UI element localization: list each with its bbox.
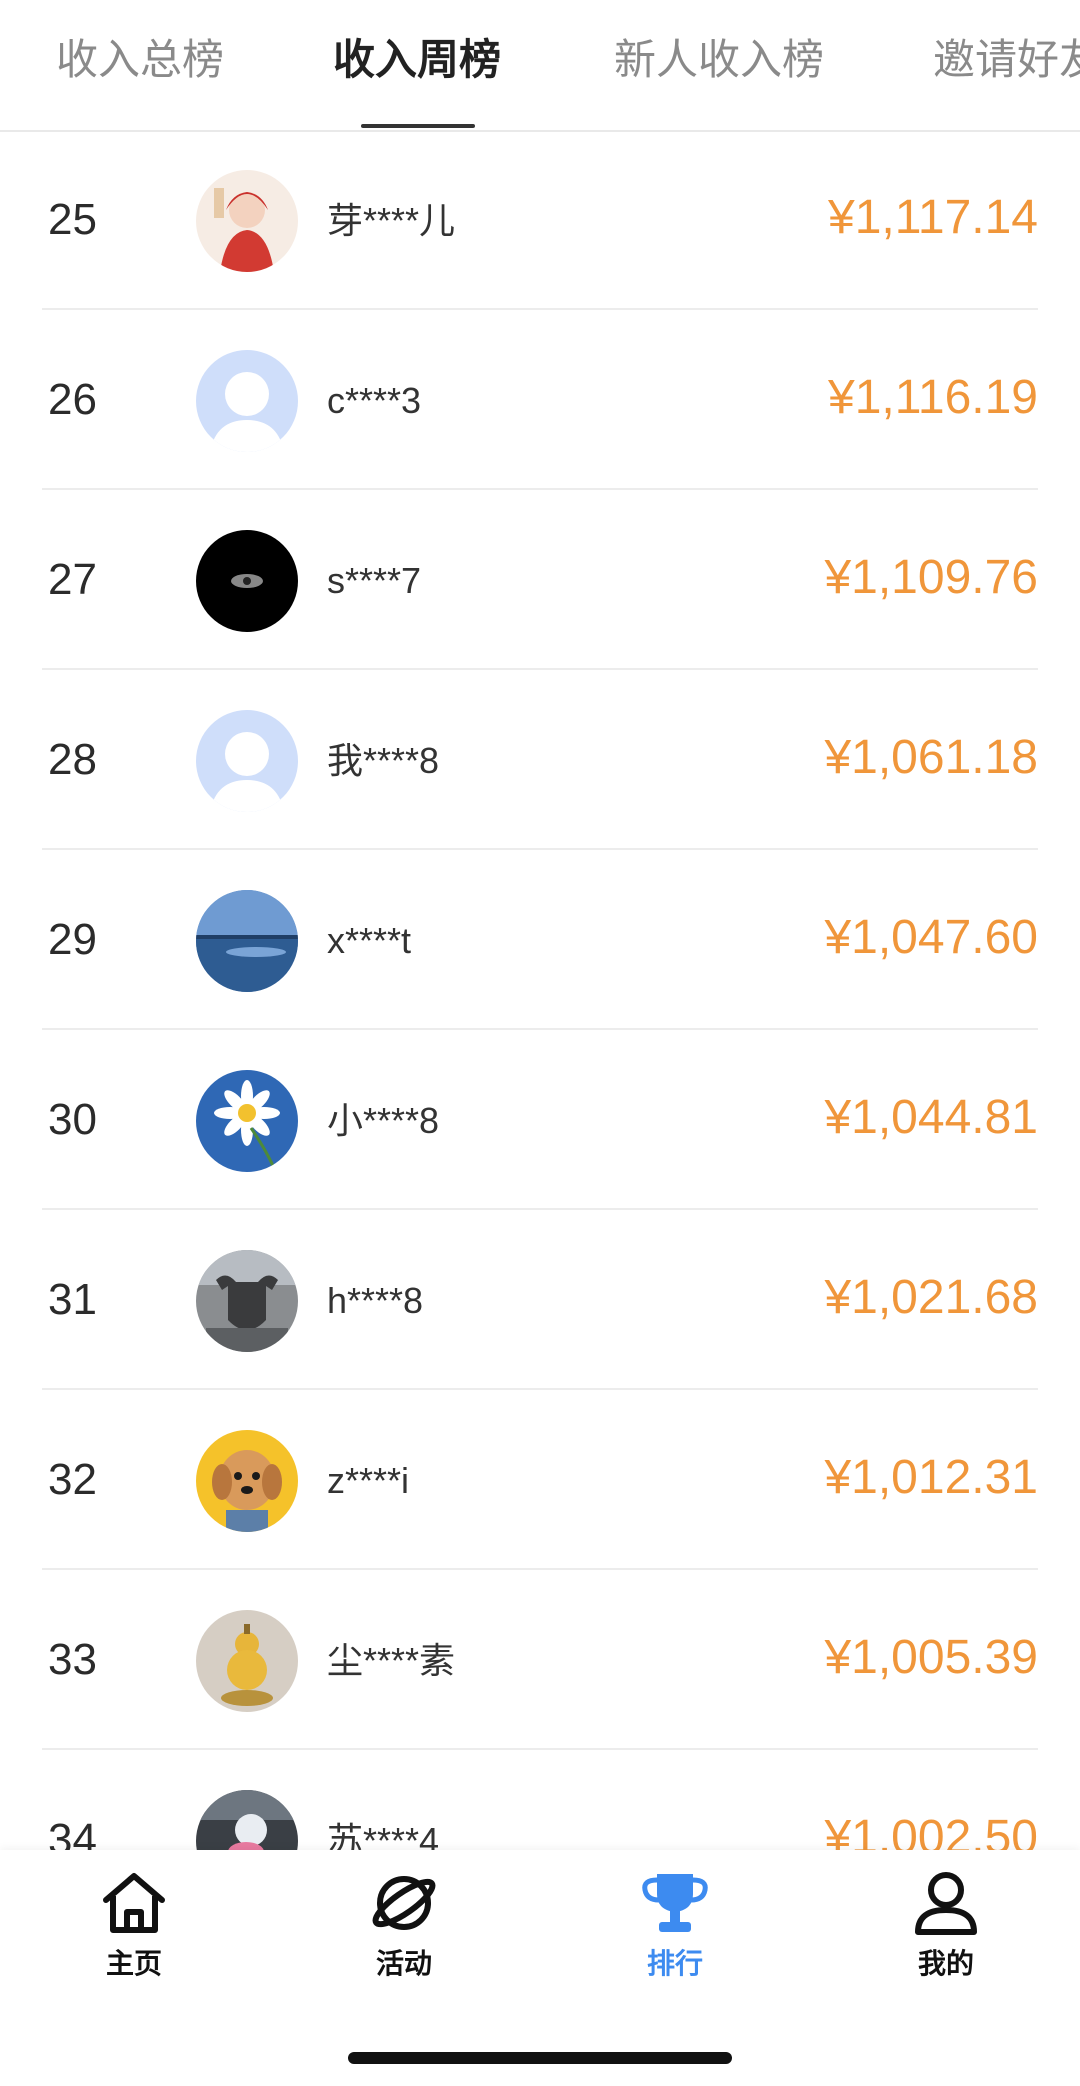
- user-name: h****8: [327, 1280, 424, 1321]
- home-indicator: [348, 2052, 732, 2064]
- avatar: [196, 710, 298, 812]
- home-icon: [103, 1873, 165, 1933]
- avatar: [196, 1070, 298, 1172]
- income-amount: ¥1,002.50: [824, 1811, 1038, 1850]
- nav-mine-label: 我的: [917, 1948, 974, 1979]
- avatar: [196, 1430, 298, 1532]
- user-name: z****i: [327, 1460, 410, 1501]
- avatar: [196, 1250, 298, 1352]
- user-name: c****3: [327, 380, 422, 421]
- income-amount: ¥1,116.19: [828, 371, 1038, 424]
- ranking-row[interactable]: 31 h****8 ¥1,021.68: [0, 1210, 1080, 1390]
- income-amount: ¥1,005.39: [824, 1631, 1038, 1684]
- bottom-nav: 主页 活动 排行 我的: [0, 1850, 1080, 2086]
- tab-total-income[interactable]: 收入总榜: [56, 30, 224, 90]
- income-amount: ¥1,021.68: [824, 1271, 1038, 1324]
- person-icon: [915, 1872, 977, 1935]
- ranking-row[interactable]: 26 c****3 ¥1,116.19: [0, 310, 1080, 490]
- rank-number: 33: [48, 1635, 97, 1684]
- rank-number: 34: [48, 1815, 97, 1850]
- rank-number: 26: [48, 375, 97, 424]
- income-amount: ¥1,117.14: [828, 191, 1038, 244]
- trophy-icon: [642, 1874, 708, 1932]
- rank-number: 30: [48, 1095, 97, 1144]
- nav-ranking-label: 排行: [646, 1948, 703, 1979]
- nav-home-label: 主页: [105, 1948, 162, 1979]
- rank-number: 27: [48, 555, 97, 604]
- tab-weekly-income[interactable]: 收入周榜: [333, 30, 501, 90]
- ranking-row[interactable]: 28 我****8 ¥1,061.18: [0, 670, 1080, 850]
- income-amount: ¥1,109.76: [824, 551, 1038, 604]
- avatar: [196, 1610, 298, 1712]
- ranking-row[interactable]: 32 z****i ¥1,012.31: [0, 1390, 1080, 1570]
- nav-home[interactable]: 主页: [54, 1870, 214, 1982]
- ranking-row[interactable]: 34 苏****4 ¥1,002.50: [0, 1750, 1080, 1850]
- ranking-row[interactable]: 27 s****7 ¥1,109.76: [0, 490, 1080, 670]
- ranking-tabs: 收入总榜 收入周榜 新人收入榜 邀请好友: [0, 0, 1080, 132]
- ranking-row[interactable]: 25 芽****儿 ¥1,117.14: [0, 130, 1080, 310]
- income-amount: ¥1,012.31: [824, 1451, 1038, 1504]
- user-name: 尘****素: [327, 1640, 456, 1681]
- active-tab-indicator: [361, 124, 475, 128]
- avatar: [196, 1790, 298, 1850]
- nav-activity-label: 活动: [375, 1948, 432, 1979]
- rank-number: 31: [48, 1275, 97, 1324]
- avatar: [196, 170, 298, 272]
- user-name: 我****8: [327, 740, 440, 781]
- avatar: [196, 890, 298, 992]
- income-amount: ¥1,061.18: [824, 731, 1038, 784]
- avatar: [196, 350, 298, 452]
- ranking-row[interactable]: 29 x****t ¥1,047.60: [0, 850, 1080, 1030]
- planet-icon: [372, 1876, 436, 1930]
- ranking-row[interactable]: 30 小****8 ¥1,044.81: [0, 1030, 1080, 1210]
- ranking-row[interactable]: 33 尘****素 ¥1,005.39: [0, 1570, 1080, 1750]
- income-amount: ¥1,047.60: [824, 911, 1038, 964]
- nav-mine[interactable]: 我的: [866, 1870, 1026, 1982]
- tab-invite-friends[interactable]: 邀请好友: [933, 30, 1080, 90]
- nav-ranking[interactable]: 排行: [595, 1870, 755, 1982]
- avatar: [196, 530, 298, 632]
- income-amount: ¥1,044.81: [824, 1091, 1038, 1144]
- nav-activity[interactable]: 活动: [324, 1870, 484, 1982]
- user-name: 苏****4: [327, 1820, 440, 1850]
- user-name: 芽****儿: [327, 200, 456, 241]
- rank-number: 29: [48, 915, 97, 964]
- tab-newcomer-income[interactable]: 新人收入榜: [614, 30, 824, 90]
- rank-number: 32: [48, 1455, 97, 1504]
- rank-number: 28: [48, 735, 97, 784]
- user-name: 小****8: [327, 1100, 440, 1141]
- user-name: s****7: [327, 560, 422, 601]
- ranking-list[interactable]: 25 芽****儿 ¥1,117.14 26 c****3 ¥1,116.19: [0, 130, 1080, 1850]
- rank-number: 25: [48, 195, 97, 244]
- user-name: x****t: [327, 920, 412, 961]
